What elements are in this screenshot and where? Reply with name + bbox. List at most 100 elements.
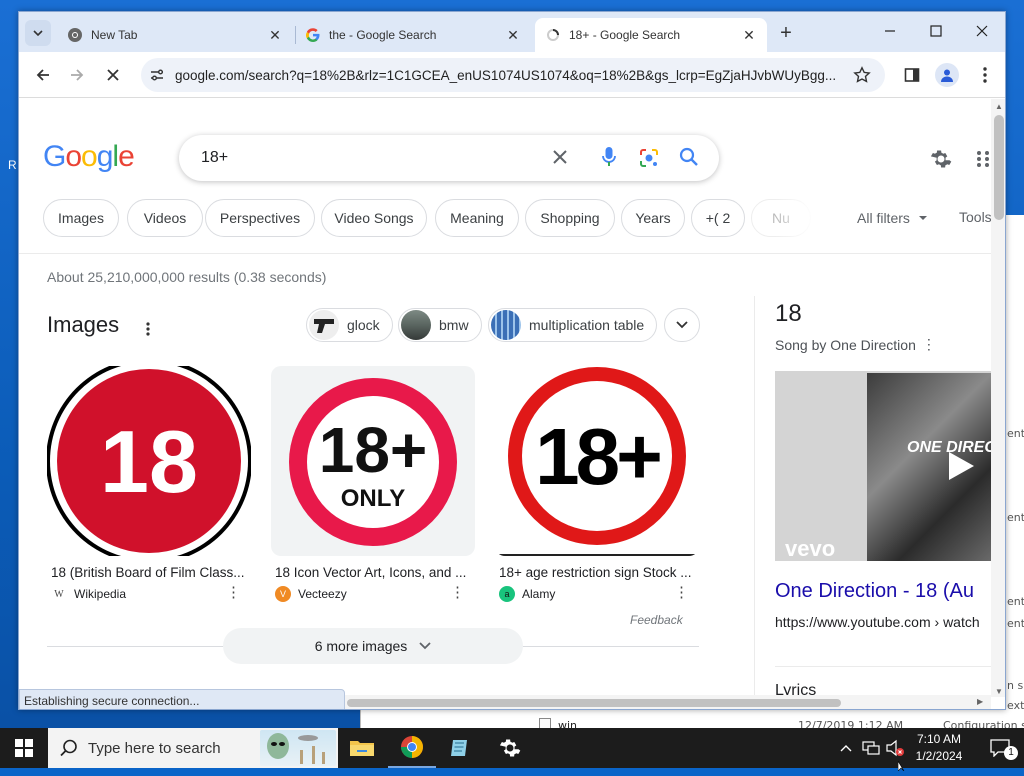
lens-camera-icon[interactable] xyxy=(638,147,660,174)
image-result-card[interactable]: 18 18 (British Board of Film Class... W … xyxy=(47,366,251,602)
scrollbar-thumb[interactable] xyxy=(347,699,841,707)
scroll-up-arrow[interactable]: ▲ xyxy=(995,102,1003,111)
filter-chip-shopping[interactable]: Shopping xyxy=(525,199,615,237)
scrollbar-thumb[interactable] xyxy=(994,115,1004,220)
clock[interactable]: 7:10 AM 1/2/2024 xyxy=(908,731,970,765)
tab-new-tab[interactable]: New Tab ✕ xyxy=(57,18,293,52)
kebab-menu-icon xyxy=(983,67,987,83)
search-highlight-image-icon xyxy=(260,730,336,766)
clear-search-icon[interactable] xyxy=(551,148,569,171)
profile-button[interactable] xyxy=(935,63,959,87)
task-view-button[interactable] xyxy=(338,728,386,768)
google-logo[interactable]: Google xyxy=(43,140,135,174)
start-button[interactable] xyxy=(0,728,48,768)
vertical-scrollbar[interactable]: ▲ ▼ xyxy=(991,99,1005,697)
kp-video-link[interactable]: One Direction - 18 (Au xyxy=(775,580,974,603)
filter-chip-video-songs[interactable]: Video Songs xyxy=(321,199,427,237)
settings-taskbar-button[interactable] xyxy=(486,728,534,768)
search-input[interactable]: 18+ xyxy=(201,149,228,167)
search-icon xyxy=(60,739,78,761)
settings-gear-icon[interactable] xyxy=(929,147,953,171)
image-result-thumbnail[interactable]: 18 xyxy=(47,366,251,556)
filter-chip-plus-2[interactable]: +( 2 xyxy=(691,199,745,237)
expand-related-button[interactable] xyxy=(664,308,700,342)
taskbar-search-box[interactable]: Type here to search xyxy=(48,728,338,768)
google-apps-icon[interactable] xyxy=(974,149,991,169)
filter-chip-meaning[interactable]: Meaning xyxy=(435,199,519,237)
image-result-source[interactable]: a Alamy xyxy=(495,586,699,602)
new-tab-button[interactable]: + xyxy=(775,22,797,44)
related-chip-glock[interactable]: glock xyxy=(306,308,393,342)
chrome-taskbar-button[interactable] xyxy=(388,728,436,768)
stop-loading-button[interactable] xyxy=(99,61,127,89)
network-tray-icon[interactable] xyxy=(860,728,882,768)
tab-search-button[interactable] xyxy=(25,20,51,46)
address-bar[interactable]: google.com/search?q=18%2B&rlz=1C1GCEA_en… xyxy=(141,58,885,92)
side-panel-button[interactable] xyxy=(901,64,923,86)
tab-18-google-search[interactable]: 18+ - Google Search ✕ xyxy=(535,18,767,52)
scroll-right-arrow[interactable]: ▶ xyxy=(977,697,983,706)
image-result-thumbnail[interactable]: 18+ xyxy=(495,366,699,556)
desktop-edge-letter: R xyxy=(8,158,17,172)
action-center-button[interactable]: 1 xyxy=(976,728,1024,768)
feedback-link[interactable]: Feedback xyxy=(630,613,683,627)
image-result-card[interactable]: 18+ ONLY 18 Icon Vector Art, Icons, and … xyxy=(271,366,475,602)
kp-divider xyxy=(775,666,991,667)
show-hidden-icons-button[interactable] xyxy=(836,728,856,768)
image-result-source[interactable]: V Vecteezy xyxy=(271,586,475,602)
filter-chip-videos[interactable]: Videos xyxy=(127,199,203,237)
filter-chip-perspectives[interactable]: Perspectives xyxy=(205,199,315,237)
horizontal-scrollbar[interactable]: ▶ xyxy=(345,695,991,709)
more-images-button[interactable]: 6 more images xyxy=(223,628,523,664)
badge-subtext: ONLY xyxy=(341,485,405,512)
maximize-button[interactable] xyxy=(913,12,959,50)
tab-close-icon[interactable]: ✕ xyxy=(267,27,283,44)
kp-subtitle: Song by One Direction ⋮ xyxy=(775,336,936,353)
image-result-caption[interactable]: 18 (British Board of Film Class... xyxy=(47,565,251,580)
status-bubble: Establishing secure connection... xyxy=(19,689,345,709)
image-result-caption[interactable]: 18 Icon Vector Art, Icons, and ... xyxy=(271,565,475,580)
filter-chip-years[interactable]: Years xyxy=(621,199,685,237)
image-result-caption[interactable]: 18+ age restriction sign Stock ... xyxy=(495,565,699,580)
tab-the-google-search[interactable]: the - Google Search ✕ xyxy=(295,18,531,52)
kp-menu-icon[interactable]: ⋮ xyxy=(922,336,936,353)
tools-button[interactable]: Tools xyxy=(959,209,991,225)
scroll-down-arrow[interactable]: ▼ xyxy=(995,687,1003,696)
gear-icon xyxy=(499,739,521,757)
filter-chip-images[interactable]: Images xyxy=(43,199,119,237)
microphone-icon[interactable] xyxy=(601,146,617,173)
play-icon[interactable] xyxy=(947,451,975,486)
image-result-card[interactable]: 18+ 18+ age restriction sign Stock ... a… xyxy=(495,366,699,602)
notepad-taskbar-button[interactable] xyxy=(436,728,484,768)
site-info-icon[interactable] xyxy=(149,67,165,86)
tab-close-icon[interactable]: ✕ xyxy=(505,27,521,44)
tab-title: 18+ - Google Search xyxy=(569,28,681,42)
image-result-thumbnail[interactable]: 18+ ONLY xyxy=(271,366,475,556)
chrome-favicon-icon xyxy=(67,27,83,43)
tab-close-icon[interactable]: ✕ xyxy=(741,27,757,44)
chrome-icon xyxy=(401,736,423,758)
related-chip-bmw[interactable]: bmw xyxy=(398,308,482,342)
browser-toolbar: google.com/search?q=18%2B&rlz=1C1GCEA_en… xyxy=(19,52,1005,98)
results-count: About 25,210,000,000 results (0.38 secon… xyxy=(47,269,327,285)
back-button[interactable] xyxy=(29,61,57,89)
kp-subtitle-text: Song by One Direction xyxy=(775,336,916,353)
search-box[interactable]: 18+ xyxy=(179,135,719,181)
image-result-source[interactable]: W Wikipedia xyxy=(47,586,251,602)
result-menu-icon[interactable]: ⋮ xyxy=(674,583,689,601)
forward-button[interactable] xyxy=(63,61,91,89)
kp-video-thumbnail[interactable]: ONE DIRECT vevo xyxy=(775,371,991,561)
windows-taskbar: Type here to search 7:10 AM 1/2/2024 1 xyxy=(0,728,1024,768)
all-filters-button[interactable]: All filters xyxy=(857,210,928,226)
minimize-button[interactable] xyxy=(867,12,913,50)
images-section-menu-icon[interactable] xyxy=(141,319,155,339)
search-icon[interactable] xyxy=(679,147,699,172)
result-menu-icon[interactable]: ⋮ xyxy=(226,583,241,601)
related-chip-multiplication-table[interactable]: multiplication table xyxy=(488,308,658,342)
chrome-menu-button[interactable] xyxy=(975,63,995,87)
explorer-fragment: ent xyxy=(1007,617,1024,630)
result-menu-icon[interactable]: ⋮ xyxy=(450,583,465,601)
bookmark-star-button[interactable] xyxy=(851,64,873,86)
all-filters-label: All filters xyxy=(857,210,910,226)
close-window-button[interactable] xyxy=(959,12,1005,50)
